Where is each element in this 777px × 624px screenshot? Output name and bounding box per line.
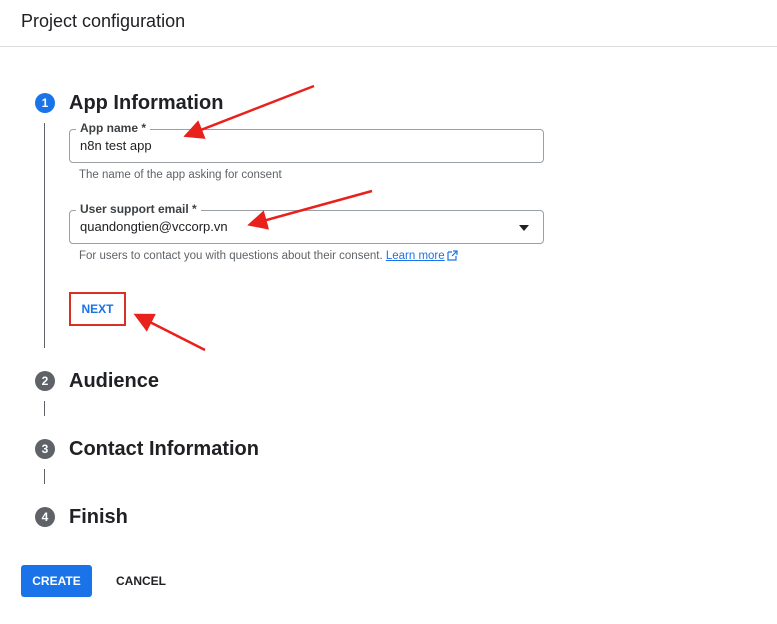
step-3-indicator: 3	[35, 439, 55, 459]
header-bar: Project configuration	[0, 0, 777, 47]
chevron-down-icon[interactable]	[519, 225, 529, 231]
arrow-to-next-button	[133, 313, 206, 352]
support-email-label: User support email *	[76, 202, 201, 216]
next-button[interactable]: NEXT	[69, 292, 126, 326]
step-2-indicator: 2	[35, 371, 55, 391]
step-3-connector	[44, 469, 45, 484]
app-name-helper: The name of the app asking for consent	[79, 169, 282, 181]
learn-more-link[interactable]: Learn more	[386, 250, 445, 262]
external-link-icon[interactable]	[447, 250, 458, 264]
step-4-title[interactable]: Finish	[69, 506, 128, 529]
app-name-value[interactable]: n8n test app	[80, 138, 152, 153]
support-email-helper-text: For users to contact you with questions …	[79, 250, 383, 262]
project-configuration-page: Project configuration 1 App Information …	[0, 0, 777, 624]
step-1-indicator: 1	[35, 93, 55, 113]
create-button[interactable]: CREATE	[21, 565, 92, 597]
app-name-field[interactable]: App name * n8n test app	[69, 121, 544, 163]
cancel-button[interactable]: CANCEL	[106, 565, 176, 597]
support-email-helper: For users to contact you with questions …	[79, 250, 458, 264]
step-4-indicator: 4	[35, 507, 55, 527]
step-3-title[interactable]: Contact Information	[69, 438, 259, 461]
step-1-title: App Information	[69, 92, 224, 114]
support-email-select[interactable]: User support email * quandongtien@vccorp…	[69, 202, 544, 244]
step-2-connector	[44, 401, 45, 416]
step-2-title[interactable]: Audience	[69, 370, 159, 393]
support-email-value: quandongtien@vccorp.vn	[80, 219, 228, 234]
app-name-label: App name *	[76, 121, 151, 135]
step-1-connector	[44, 123, 45, 348]
page-title: Project configuration	[21, 11, 186, 31]
